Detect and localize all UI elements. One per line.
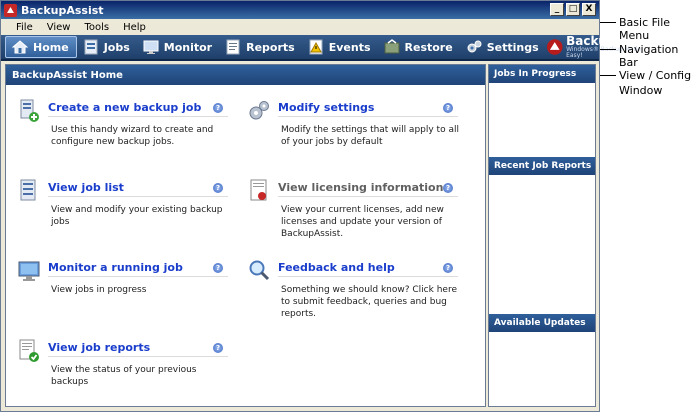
nav-monitor[interactable]: Monitor (137, 36, 219, 58)
nav-settings[interactable]: Settings (460, 36, 546, 58)
nav-home-label: Home (33, 40, 69, 54)
nav-jobs[interactable]: Jobs (77, 36, 137, 58)
maximize-button[interactable]: □ (566, 3, 580, 16)
menu-help[interactable]: Help (116, 22, 153, 33)
help-icon[interactable]: ? (443, 103, 453, 113)
job-list-icon (20, 179, 36, 201)
events-icon (309, 39, 323, 55)
nav-events[interactable]: Events (302, 36, 378, 58)
app-window: BackupAssist _ □ X File View Tools Help … (0, 0, 656, 412)
settings-gears-icon (249, 101, 269, 120)
nav-restore[interactable]: Restore (378, 36, 460, 58)
side-panel: Jobs In Progress Recent Job Reports Avai… (488, 64, 596, 407)
help-icon[interactable]: ? (443, 263, 453, 273)
monitor-icon (143, 40, 159, 54)
menu-bar: File View Tools Help (1, 19, 599, 35)
tile-job-reports-desc: View the status of your previous backups (51, 365, 197, 387)
tile-licensing-desc: View your current licenses, add new lice… (281, 205, 444, 239)
nav-home[interactable]: Home (5, 36, 77, 58)
window-title: BackupAssist (21, 3, 104, 17)
callout-view-config-window: Window (619, 84, 663, 97)
nav-events-label: Events (328, 40, 371, 54)
tile-licensing-title[interactable]: View licensing information (278, 181, 443, 194)
callout-navigation-bar: Navigation Bar (619, 43, 679, 69)
brand-logo-icon (546, 39, 563, 55)
tile-view-job-list-desc: View and modify your existing backup job… (51, 205, 223, 227)
nav-reports[interactable]: Reports (219, 36, 302, 58)
nav-jobs-label: Jobs (103, 40, 130, 54)
tile-create-job-title[interactable]: Create a new backup job (48, 101, 201, 114)
title-bar[interactable]: BackupAssist _ □ X (1, 1, 599, 19)
available-updates-header: Available Updates (489, 314, 595, 332)
menu-view[interactable]: View (40, 22, 78, 33)
app-logo-icon (4, 3, 17, 17)
callout-file-menu: Basic File Menu (619, 16, 671, 42)
tile-feedback-desc: Something we should know? Click here to … (281, 285, 457, 319)
job-reports-icon (19, 339, 39, 362)
restore-icon (384, 39, 400, 54)
help-icon[interactable]: ? (213, 183, 223, 193)
callout-view-config: View / Config (619, 69, 692, 82)
jobs-in-progress-header: Jobs In Progress (489, 65, 595, 83)
nav-restore-label: Restore (404, 40, 453, 54)
tile-monitor-job-title[interactable]: Monitor a running job (48, 261, 183, 274)
nav-monitor-label: Monitor (163, 40, 213, 54)
license-icon (250, 179, 267, 201)
help-icon[interactable]: ? (443, 183, 453, 193)
tile-modify-settings-desc: Modify the settings that will apply to a… (281, 125, 459, 147)
minimize-button[interactable]: _ (550, 3, 564, 16)
help-icon[interactable]: ? (213, 263, 223, 273)
monitor-job-icon (18, 261, 40, 281)
new-job-icon (20, 99, 39, 122)
home-panel-header: BackupAssist Home (6, 65, 485, 85)
reports-icon (226, 39, 240, 55)
tile-create-job-desc: Use this handy wizard to create and conf… (51, 125, 214, 147)
nav-settings-label: Settings (486, 40, 539, 54)
jobs-icon (84, 39, 98, 55)
help-icon[interactable]: ? (213, 103, 223, 113)
help-icon[interactable]: ? (213, 343, 223, 353)
home-panel: BackupAssist Home Create a new backup jo… (5, 64, 486, 407)
tile-feedback-title[interactable]: Feedback and help (278, 261, 395, 274)
close-button[interactable]: X (582, 3, 596, 16)
tile-view-job-list-title[interactable]: View job list (48, 181, 124, 194)
nav-reports-label: Reports (246, 40, 295, 54)
tile-monitor-job-desc: View jobs in progress (51, 285, 147, 295)
navigation-bar: Home Jobs Monitor Reports Events Restore… (1, 35, 656, 61)
magnifier-icon (249, 260, 270, 281)
menu-tools[interactable]: Tools (77, 22, 116, 33)
menu-file[interactable]: File (9, 22, 40, 33)
settings-icon (467, 40, 482, 53)
recent-job-reports-header: Recent Job Reports (489, 157, 595, 175)
home-icon (12, 40, 28, 54)
tile-job-reports-title[interactable]: View job reports (48, 341, 150, 354)
tile-modify-settings-title[interactable]: Modify settings (278, 101, 374, 114)
